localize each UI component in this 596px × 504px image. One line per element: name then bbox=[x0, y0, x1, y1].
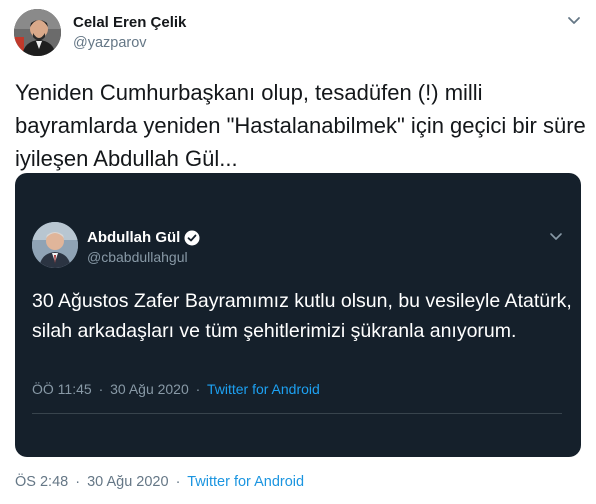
embedded-tweet-time: ÖÖ 11:45 bbox=[32, 381, 92, 397]
embedded-author-name: Abdullah Gül bbox=[87, 229, 200, 246]
chevron-down-icon[interactable] bbox=[566, 14, 582, 28]
chevron-down-icon bbox=[549, 230, 563, 242]
embedded-author-handle: @cbabdullahgul bbox=[87, 249, 188, 265]
embedded-author-avatar bbox=[32, 222, 78, 268]
divider bbox=[32, 413, 562, 414]
tweet-time[interactable]: ÖS 2:48 bbox=[15, 474, 68, 490]
embedded-tweet-image[interactable]: Abdullah Gül @cbabdullahgul 30 Ağustos Z… bbox=[15, 173, 581, 457]
embedded-tweet-date: 30 Ağu 2020 bbox=[110, 381, 189, 397]
verified-badge-icon bbox=[184, 230, 200, 246]
separator: · bbox=[98, 381, 104, 397]
tweet-source-link[interactable]: Twitter for Android bbox=[187, 474, 304, 490]
embedded-tweet-text: 30 Ağustos Zafer Bayramımız kutlu olsun,… bbox=[32, 290, 572, 342]
embedded-author-name-text: Abdullah Gül bbox=[87, 229, 181, 246]
tweet-container: Celal Eren Çelik @yazparov Yeniden Cumhu… bbox=[0, 0, 596, 504]
separator: · bbox=[175, 474, 181, 490]
tweet-date[interactable]: 30 Ağu 2020 bbox=[87, 474, 168, 490]
separator: · bbox=[75, 474, 81, 490]
tweet-meta: ÖS 2:48 · 30 Ağu 2020 · Twitter for Andr… bbox=[15, 474, 304, 490]
author-avatar[interactable] bbox=[14, 9, 61, 56]
separator: · bbox=[195, 381, 201, 397]
author-name[interactable]: Celal Eren Çelik bbox=[73, 14, 186, 31]
author-handle[interactable]: @yazparov bbox=[73, 35, 147, 51]
embedded-tweet-meta: ÖÖ 11:45 · 30 Ağu 2020 · Twitter for And… bbox=[32, 381, 320, 397]
embedded-tweet-source: Twitter for Android bbox=[206, 381, 320, 397]
tweet-text: Yeniden Cumhurbaşkanı olup, tesadüfen (!… bbox=[15, 80, 586, 171]
